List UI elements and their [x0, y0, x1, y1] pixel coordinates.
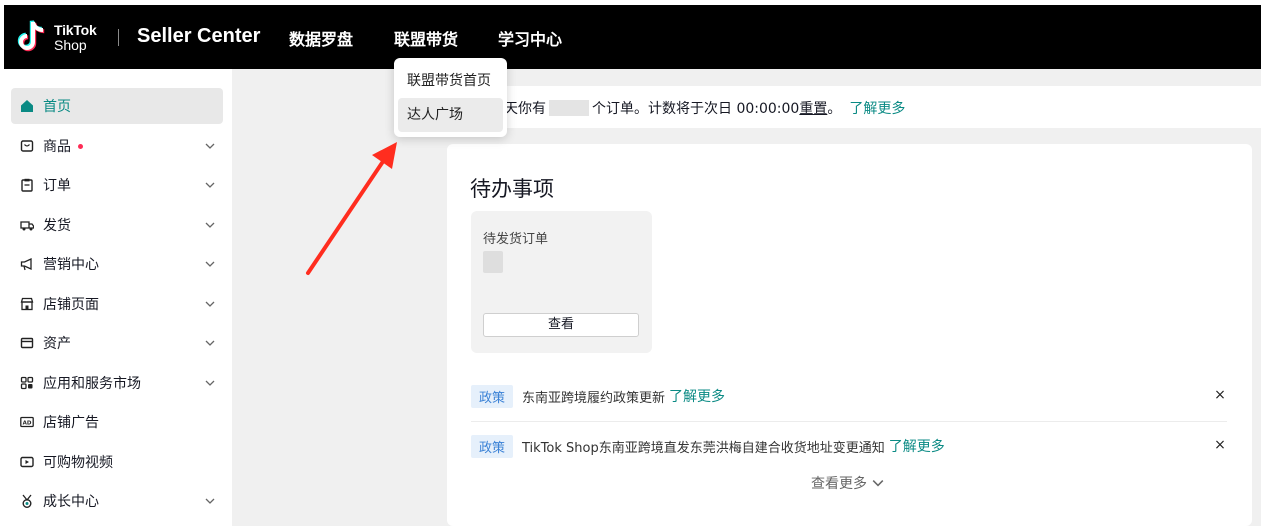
- chevron-down-icon: [872, 480, 884, 487]
- menu-item-affiliate-home[interactable]: 联盟带货首页: [398, 64, 503, 98]
- policy-notice-row: 政策 TikTok Shop东南亚跨境直发东莞洪梅自建合收货地址变更通知 了解更…: [471, 431, 1227, 461]
- todo-title: 待办事项: [470, 177, 554, 201]
- nav-affiliate[interactable]: 联盟带货: [394, 26, 458, 50]
- todo-card: 待办事项 待发货订单 查看 政策 东南亚跨境履约政策更新 了解更多 × 政策 T…: [447, 144, 1252, 526]
- pending-shipment-title: 待发货订单: [483, 232, 549, 247]
- policy-tag: 政策: [471, 434, 514, 458]
- seller-center-title[interactable]: Seller Center: [137, 25, 260, 48]
- pending-shipment-card: 待发货订单 查看: [471, 211, 652, 353]
- chevron-down-icon[interactable]: [205, 220, 215, 230]
- apps-icon: [20, 376, 34, 390]
- sidebar-item-shoppable-video[interactable]: 可购物视频: [11, 444, 223, 480]
- policy-notice-row: 政策 东南亚跨境履约政策更新 了解更多 ×: [471, 381, 1227, 411]
- ad-icon: AD: [20, 415, 34, 429]
- banner-text: 天你有 个订单。计数将于次日 00:00:00 重置 。 了解更多: [504, 98, 905, 118]
- chevron-down-icon[interactable]: [205, 496, 215, 506]
- sidebar-item-apps-market[interactable]: 应用和服务市场: [11, 365, 223, 401]
- nav-learning-center[interactable]: 学习中心: [498, 26, 562, 50]
- header-divider: [118, 29, 119, 46]
- affiliate-dropdown-menu: 联盟带货首页 达人广场: [394, 58, 507, 137]
- sidebar-item-assets[interactable]: 资产: [11, 325, 223, 361]
- order-count-banner: 天你有 个订单。计数将于次日 00:00:00 重置 。 了解更多: [452, 86, 1261, 128]
- svg-text:AD: AD: [23, 421, 32, 427]
- sidebar: 首页 商品 订单 发货 营销中心 店铺页面 资产 应用和服务市场 AD 店铺广告…: [4, 69, 232, 526]
- app-frame: TikTok Shop Seller Center 数据罗盘 联盟带货 学习中心…: [4, 5, 1261, 526]
- chevron-down-icon[interactable]: [205, 338, 215, 348]
- redacted-count: [549, 100, 589, 116]
- tiktok-note-icon: [17, 20, 45, 52]
- sidebar-item-label: 首页: [43, 99, 71, 115]
- sidebar-item-store-ads[interactable]: AD 店铺广告: [11, 404, 223, 440]
- chevron-down-icon[interactable]: [205, 299, 215, 309]
- sidebar-item-label: 店铺页面: [43, 297, 99, 313]
- video-icon: [20, 455, 34, 469]
- policy-tag: 政策: [471, 384, 514, 408]
- sidebar-item-orders[interactable]: 订单: [11, 167, 223, 203]
- sidebar-item-label: 发货: [43, 218, 71, 234]
- nav-data-compass[interactable]: 数据罗盘: [289, 26, 353, 50]
- learn-more-link[interactable]: 了解更多: [889, 436, 945, 456]
- chevron-down-icon[interactable]: [205, 378, 215, 388]
- sidebar-item-label: 资产: [43, 336, 71, 352]
- sidebar-item-label: 订单: [43, 178, 71, 194]
- redacted-count: [483, 251, 503, 273]
- close-icon[interactable]: ×: [1213, 388, 1227, 402]
- banner-period: 。: [827, 101, 842, 117]
- policy-text: 东南亚跨境履约政策更新: [522, 390, 666, 406]
- storefront-icon: [20, 297, 34, 311]
- reset-link[interactable]: 重置: [799, 98, 827, 118]
- logo-line1: TikTok: [54, 21, 97, 38]
- sidebar-item-marketing[interactable]: 营销中心: [11, 246, 223, 282]
- view-more-label: 查看更多: [811, 476, 867, 492]
- tiktok-shop-logo[interactable]: TikTok Shop: [16, 19, 97, 55]
- sidebar-item-label: 营销中心: [43, 257, 99, 273]
- sidebar-item-label: 店铺广告: [43, 415, 99, 431]
- view-more-button[interactable]: 查看更多: [811, 473, 884, 493]
- logo-wordmark: TikTok Shop: [54, 23, 97, 52]
- sidebar-item-label: 商品: [43, 139, 71, 155]
- megaphone-icon: [20, 257, 34, 271]
- sidebar-item-label: 应用和服务市场: [43, 376, 141, 392]
- sidebar-item-store-page[interactable]: 店铺页面: [11, 286, 223, 322]
- banner-prefix: 天你有: [504, 101, 546, 117]
- sidebar-item-growth-center[interactable]: 成长中心: [11, 483, 223, 519]
- sidebar-item-label: 可购物视频: [43, 455, 113, 471]
- annotation-arrow-icon: [306, 142, 397, 275]
- chevron-down-icon[interactable]: [205, 141, 215, 151]
- sidebar-item-shipping[interactable]: 发货: [11, 207, 223, 243]
- chevron-down-icon[interactable]: [205, 180, 215, 190]
- policy-text: TikTok Shop东南亚跨境直发东莞洪梅自建合收货地址变更通知: [522, 440, 885, 456]
- chevron-down-icon[interactable]: [205, 259, 215, 269]
- view-button[interactable]: 查看: [483, 313, 639, 337]
- banner-middle: 个订单。计数将于次日 00:00:00: [592, 101, 800, 117]
- home-icon: [20, 99, 34, 113]
- sidebar-item-products[interactable]: 商品: [11, 128, 223, 164]
- learn-more-link[interactable]: 了解更多: [669, 386, 725, 406]
- logo-line2: Shop: [54, 36, 87, 53]
- shipping-icon: [20, 218, 34, 232]
- medal-icon: [20, 494, 34, 508]
- divider: [471, 421, 1227, 422]
- top-navigation-bar: TikTok Shop Seller Center 数据罗盘 联盟带货 学习中心: [4, 5, 1261, 69]
- notification-dot: [78, 143, 83, 149]
- menu-item-creator-marketplace[interactable]: 达人广场: [398, 98, 503, 132]
- learn-more-link[interactable]: 了解更多: [849, 98, 905, 118]
- product-icon: [20, 139, 34, 153]
- sidebar-item-label: 成长中心: [43, 494, 99, 510]
- wallet-icon: [20, 336, 34, 350]
- sidebar-item-home[interactable]: 首页: [11, 88, 223, 124]
- order-icon: [20, 178, 34, 192]
- close-icon[interactable]: ×: [1213, 438, 1227, 452]
